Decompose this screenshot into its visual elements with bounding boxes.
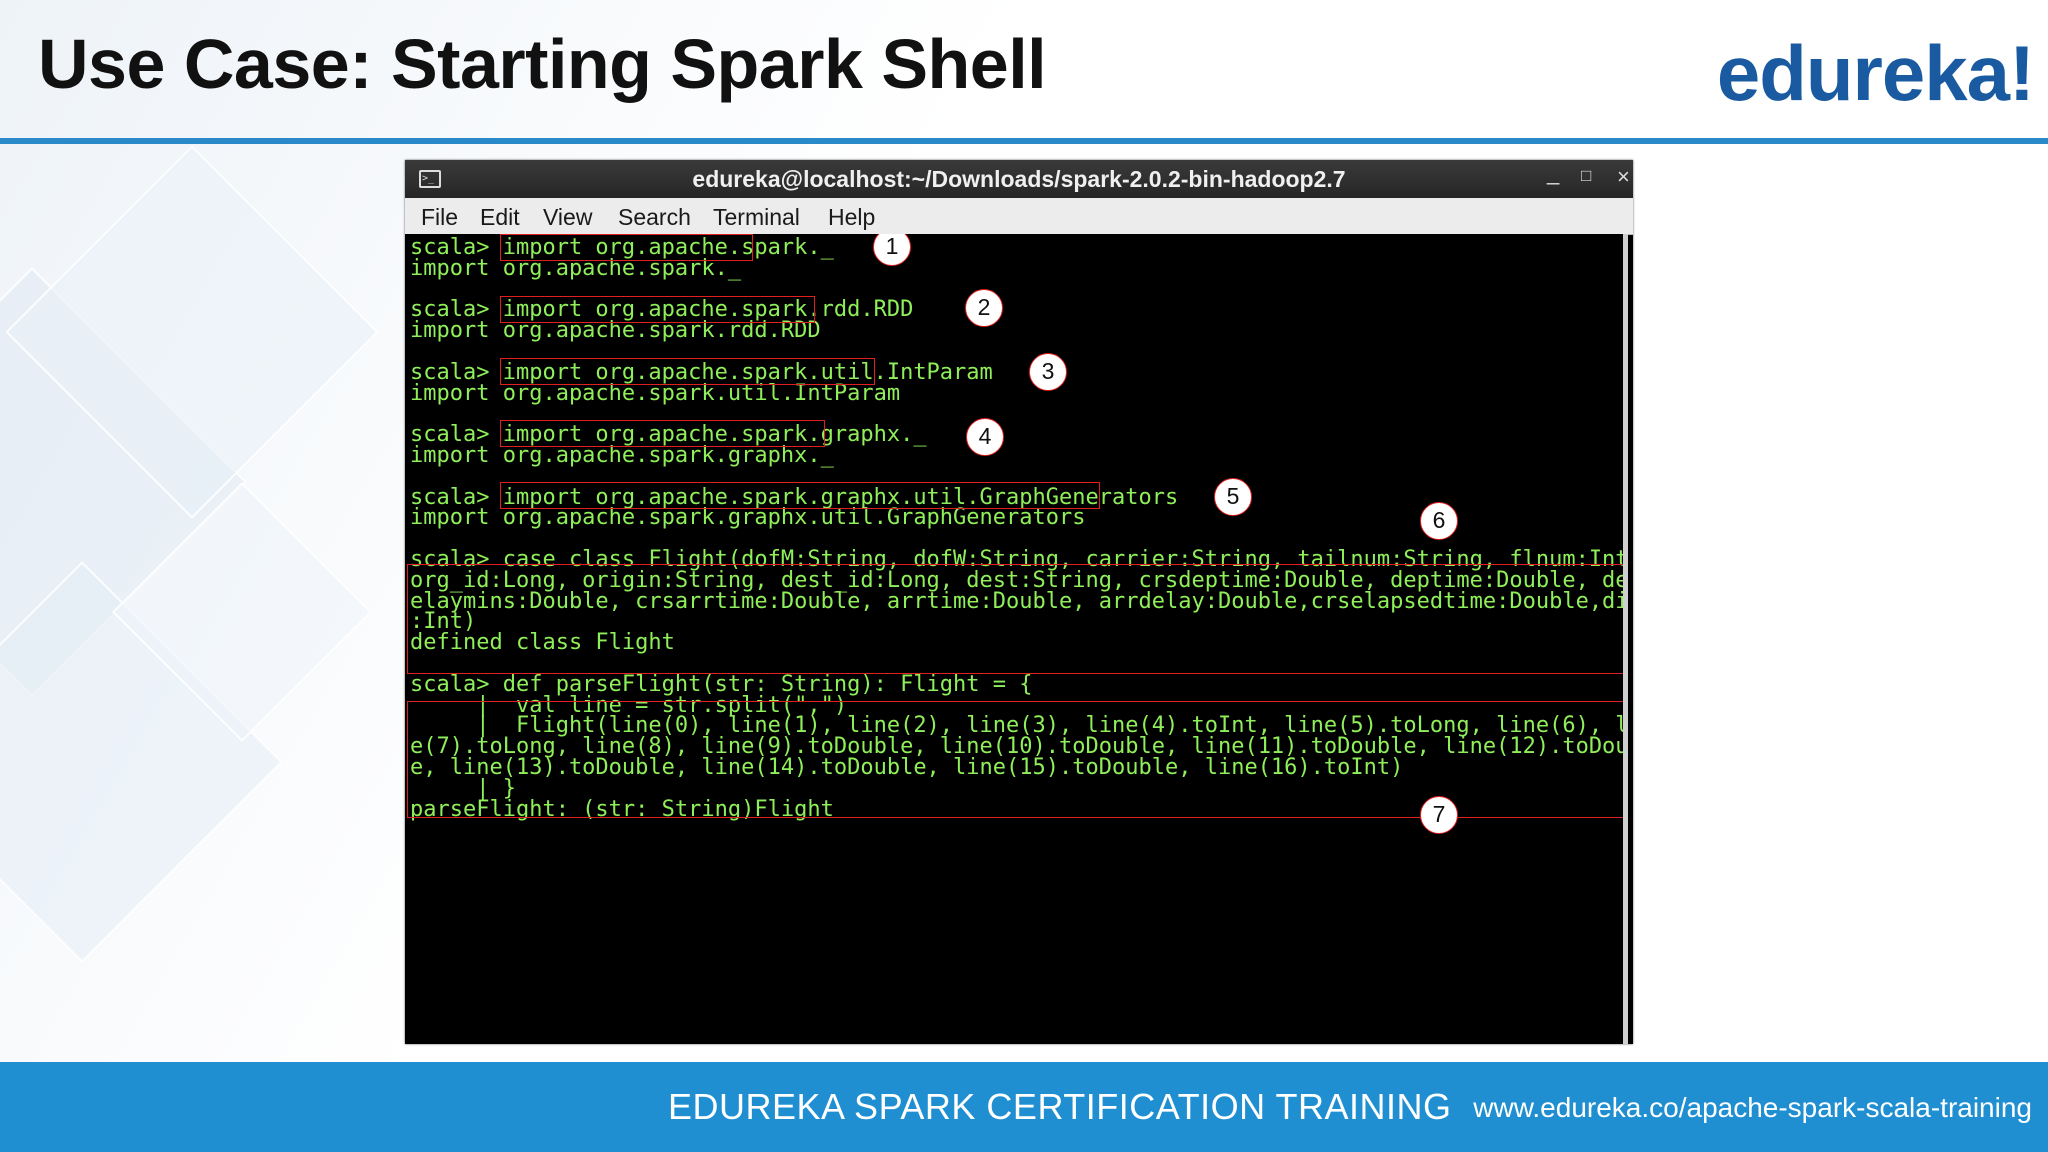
highlight-box-5 (500, 482, 1100, 509)
menu-help[interactable]: Help (828, 204, 875, 231)
footer-bar: EDUREKA SPARK CERTIFICATION TRAINING www… (0, 1062, 2048, 1152)
highlight-box-3 (500, 358, 875, 385)
step-marker-2: 2 (965, 289, 1003, 327)
terminal-window[interactable]: >_ edureka@localhost:~/Downloads/spark-2… (405, 160, 1633, 1044)
menu-file[interactable]: File (421, 204, 458, 231)
step-marker-3: 3 (1029, 353, 1067, 391)
step-marker-1: 1 (873, 234, 911, 266)
window-titlebar[interactable]: >_ edureka@localhost:~/Downloads/spark-2… (405, 160, 1633, 198)
highlight-box-1 (500, 234, 753, 261)
footer-url[interactable]: www.edureka.co/apache-spark-scala-traini… (1473, 1092, 2032, 1124)
slide-title: Use Case: Starting Spark Shell (38, 25, 1047, 103)
highlight-box-2 (500, 296, 815, 323)
menu-bar: File Edit View Search Terminal Help (405, 198, 1633, 235)
terminal-scrollbar[interactable] (1623, 234, 1628, 1044)
terminal-output[interactable]: scala> import org.apache.spark._ import o… (405, 234, 1628, 1044)
step-marker-4: 4 (966, 418, 1004, 456)
header-divider (0, 138, 2048, 144)
footer-title: EDUREKA SPARK CERTIFICATION TRAINING (668, 1086, 1452, 1127)
step-marker-5: 5 (1214, 478, 1252, 516)
minimize-button[interactable]: _ (1547, 160, 1559, 186)
menu-search[interactable]: Search (618, 204, 691, 231)
menu-edit[interactable]: Edit (480, 204, 520, 231)
menu-terminal[interactable]: Terminal (713, 204, 800, 231)
maximize-button[interactable]: □ (1581, 166, 1591, 186)
step-marker-7: 7 (1420, 796, 1458, 834)
close-button[interactable]: × (1617, 164, 1630, 190)
edureka-logo: edureka! (1716, 29, 2035, 117)
menu-view[interactable]: View (543, 204, 592, 231)
window-title: edureka@localhost:~/Downloads/spark-2.0.… (692, 166, 1346, 192)
highlight-box-6 (407, 564, 1627, 674)
step-marker-6: 6 (1420, 502, 1458, 540)
highlight-box-4 (500, 420, 825, 447)
